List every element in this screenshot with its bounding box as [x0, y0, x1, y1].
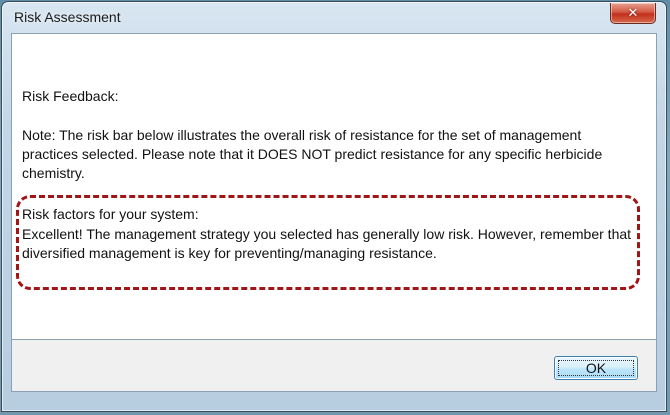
window-title: Risk Assessment — [14, 9, 121, 25]
dialog-content: Risk Feedback: Note: The risk bar below … — [11, 33, 657, 340]
title-bar[interactable]: Risk Assessment ✕ — [2, 2, 666, 34]
ok-button-label: OK — [585, 360, 607, 376]
risk-note-text: Note: The risk bar below illustrates the… — [22, 127, 603, 181]
risk-factors-heading: Risk factors for your system: — [22, 206, 199, 222]
close-button[interactable]: ✕ — [610, 3, 656, 24]
risk-factors-text: Excellent! The management strategy you s… — [22, 226, 632, 261]
risk-assessment-dialog: Risk Assessment ✕ Risk Feedback: Note: T… — [1, 1, 667, 412]
close-icon: ✕ — [627, 5, 639, 21]
risk-feedback-heading: Risk Feedback: — [22, 88, 119, 104]
ok-button[interactable]: OK — [554, 356, 638, 380]
dialog-footer: OK — [11, 340, 657, 392]
